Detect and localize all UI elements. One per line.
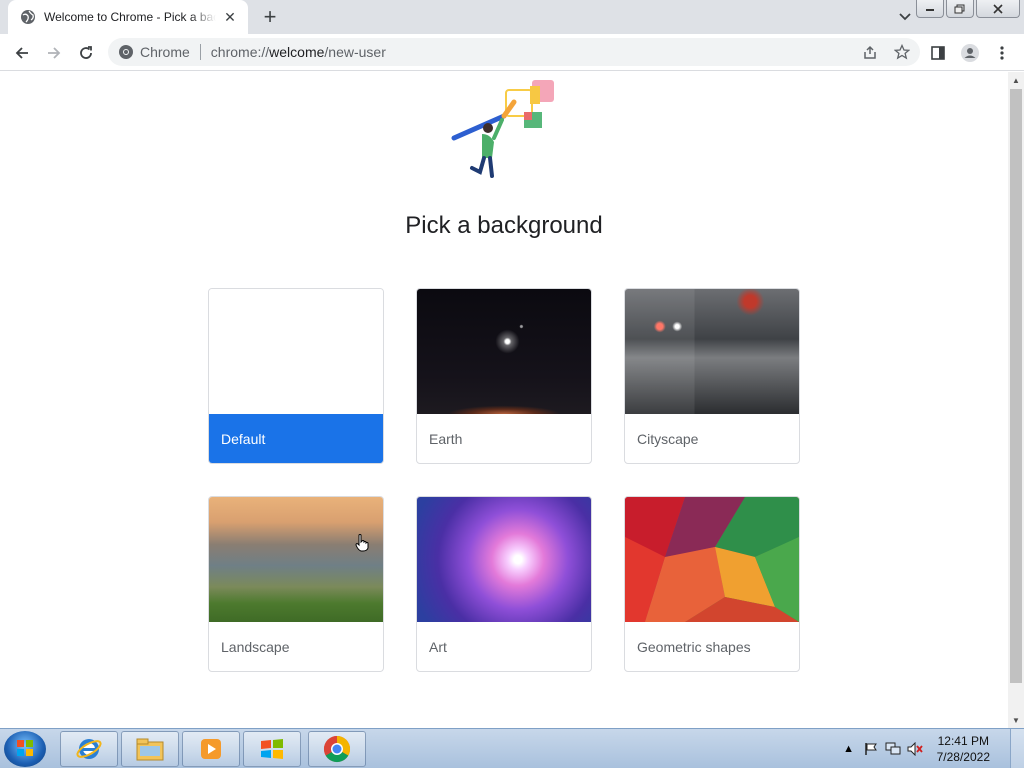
back-arrow-icon	[15, 47, 28, 59]
window-controls	[916, 0, 1020, 18]
background-option-label: Art	[429, 638, 447, 655]
url-scheme: chrome://	[210, 44, 270, 60]
show-desktop-button[interactable]	[1010, 729, 1024, 768]
taskbar-windows[interactable]	[243, 731, 301, 767]
background-option-label: Earth	[429, 430, 463, 447]
url-text[interactable]: chrome://welcome/new-user	[211, 44, 386, 60]
taskbar-chrome[interactable]	[308, 731, 366, 767]
side-panel-icon	[931, 46, 945, 60]
landscape-thumbnail	[209, 497, 383, 622]
tab-strip: Welcome to Chrome - Pick a background ✕ …	[0, 0, 1024, 34]
back-button[interactable]	[8, 39, 36, 67]
new-tab-button[interactable]: +	[258, 4, 282, 29]
show-hidden-icons-icon[interactable]: ▲	[841, 741, 857, 757]
default-thumbnail	[209, 289, 383, 414]
page-content: Pick a background Default Earth Cityscap…	[0, 72, 1008, 728]
forward-button[interactable]	[40, 39, 68, 67]
minimize-button[interactable]	[916, 0, 944, 18]
profile-avatar-icon	[961, 44, 979, 62]
hand-pointer-icon	[355, 534, 369, 552]
menu-button[interactable]	[988, 39, 1016, 67]
scroll-down-arrow-icon[interactable]: ▼	[1008, 712, 1024, 728]
background-option-geometric-shapes[interactable]: Geometric shapes	[624, 496, 800, 672]
background-option-label: Geometric shapes	[637, 638, 751, 655]
start-button[interactable]	[4, 731, 46, 767]
taskbar-file-explorer[interactable]	[121, 731, 179, 767]
geometric-shapes-thumbnail	[625, 497, 799, 622]
clock-date: 7/28/2022	[936, 750, 990, 764]
tab-title: Welcome to Chrome - Pick a background	[44, 10, 216, 24]
background-option-landscape[interactable]: Landscape	[208, 496, 384, 672]
system-clock[interactable]: 12:41 PM 7/28/2022	[937, 733, 990, 765]
clock-time: 12:41 PM	[937, 734, 989, 748]
background-option-earth[interactable]: Earth	[416, 288, 592, 464]
action-center-flag-icon[interactable]	[863, 741, 879, 757]
forward-arrow-icon	[48, 47, 61, 59]
background-option-label: Default	[209, 414, 383, 463]
page-title: Pick a background	[405, 212, 603, 239]
scroll-up-arrow-icon[interactable]: ▲	[1008, 72, 1024, 88]
three-dots-menu-icon	[1000, 46, 1004, 60]
network-icon[interactable]	[885, 741, 901, 757]
profile-button[interactable]	[956, 39, 984, 67]
close-window-button[interactable]	[976, 0, 1020, 18]
close-tab-icon[interactable]: ✕	[222, 9, 238, 25]
chrome-icon	[323, 735, 351, 763]
url-path: /new-user	[324, 44, 386, 60]
windows-taskbar: ▲ 12:41 PM 7/28/2022	[0, 728, 1024, 768]
chrome-icon	[119, 45, 133, 59]
volume-muted-icon[interactable]	[907, 741, 923, 757]
active-tab[interactable]: Welcome to Chrome - Pick a background ✕	[8, 0, 248, 34]
restore-button[interactable]	[946, 0, 974, 18]
url-host: welcome	[269, 44, 325, 60]
site-info-chip[interactable]: Chrome	[118, 44, 190, 60]
scrollbar-thumb[interactable]	[1010, 89, 1022, 683]
windows-icon	[261, 739, 283, 759]
browser-toolbar: Chrome chrome://welcome/new-user	[0, 34, 1024, 71]
bookmark-star-icon[interactable]	[892, 42, 912, 62]
painter-illustration	[451, 80, 554, 178]
file-explorer-icon	[136, 738, 164, 761]
vertical-scrollbar[interactable]: ▲ ▼	[1008, 72, 1024, 728]
background-option-art[interactable]: Art	[416, 496, 592, 672]
taskbar-media-player[interactable]	[182, 731, 240, 767]
background-option-cityscape[interactable]: Cityscape	[624, 288, 800, 464]
site-name: Chrome	[140, 44, 190, 60]
globe-icon	[20, 9, 36, 25]
share-icon[interactable]	[860, 42, 880, 62]
cityscape-thumbnail	[625, 289, 799, 414]
earth-thumbnail	[417, 289, 591, 414]
internet-explorer-icon	[76, 739, 102, 759]
media-player-icon	[201, 739, 221, 759]
background-options-grid: Default Earth Cityscape Landscape Art Ge…	[208, 288, 800, 672]
windows-logo-icon	[17, 740, 33, 756]
reload-button[interactable]	[72, 39, 100, 67]
reload-icon	[80, 46, 92, 59]
background-option-label: Landscape	[221, 638, 290, 655]
background-option-default[interactable]: Default	[208, 288, 384, 464]
background-option-label: Cityscape	[637, 430, 699, 447]
omnibox-divider	[199, 44, 201, 60]
system-tray: ▲ 12:41 PM 7/28/2022	[841, 729, 1024, 768]
art-thumbnail	[417, 497, 591, 622]
address-bar[interactable]: Chrome chrome://welcome/new-user	[108, 38, 920, 66]
side-panel-button[interactable]	[924, 39, 952, 67]
tab-search-icon[interactable]	[894, 6, 916, 28]
taskbar-internet-explorer[interactable]	[60, 731, 118, 767]
